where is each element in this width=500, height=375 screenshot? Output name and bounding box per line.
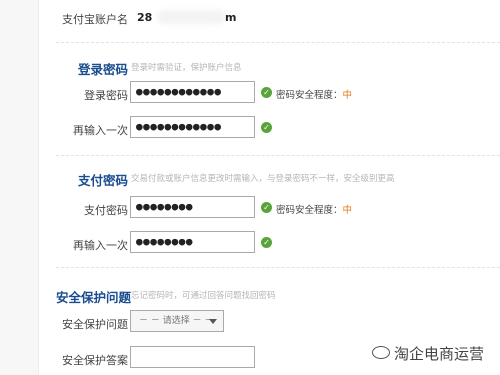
wechat-logo-icon	[372, 346, 390, 359]
login-confirm-input[interactable]: ●●●●●●●●●●●●	[130, 116, 255, 138]
account-value-start: 28	[137, 11, 153, 24]
account-redaction	[157, 10, 225, 24]
security-question-select[interactable]: － － 请选择 － －	[130, 310, 224, 332]
pay-confirm-label: 再输入一次	[73, 239, 128, 252]
strength-level: 中	[342, 90, 353, 101]
chevron-down-icon	[209, 319, 217, 324]
login-section-hint: 登录时需验证，保护账户信息	[131, 63, 242, 73]
divider	[56, 267, 500, 268]
strength-level: 中	[342, 205, 353, 216]
pay-confirm-input[interactable]: ●●●●●●●●	[130, 231, 255, 253]
pay-strength: 密码安全程度：中	[276, 202, 352, 216]
divider	[56, 42, 500, 43]
watermark-text: 淘企电商运营	[394, 345, 485, 363]
login-password-label: 登录密码	[84, 89, 128, 102]
strength-label: 密码安全程度：	[276, 90, 343, 101]
account-value-end: m	[225, 11, 237, 24]
pay-section-title: 支付密码	[78, 173, 129, 188]
strength-label: 密码安全程度：	[276, 205, 343, 216]
login-confirm-label: 再输入一次	[73, 124, 128, 137]
login-section-title: 登录密码	[78, 62, 129, 77]
select-value: － － 请选择 － －	[139, 316, 214, 326]
login-strength: 密码安全程度：中	[276, 87, 352, 101]
security-answer-label: 安全保护答案	[62, 354, 128, 367]
pay-password-label: 支付密码	[84, 204, 128, 217]
login-password-input[interactable]: ●●●●●●●●●●●●	[130, 81, 255, 103]
divider	[56, 155, 500, 156]
account-label: 支付宝账户名	[62, 13, 128, 26]
security-question-label: 安全保护问题	[62, 318, 128, 331]
check-icon: ✓	[261, 87, 272, 98]
pay-password-input[interactable]: ●●●●●●●●	[130, 196, 255, 218]
check-icon: ✓	[261, 122, 272, 133]
pay-section-hint: 交易付款或账户信息更改时需输入，与登录密码不一样，安全级别更高	[131, 174, 395, 184]
security-answer-input[interactable]	[130, 346, 255, 368]
security-section-title: 安全保护问题	[56, 290, 132, 305]
check-icon: ✓	[261, 237, 272, 248]
check-icon: ✓	[261, 202, 272, 213]
security-section-hint: 忘记密码时，可通过回答问题找回密码	[131, 291, 276, 301]
